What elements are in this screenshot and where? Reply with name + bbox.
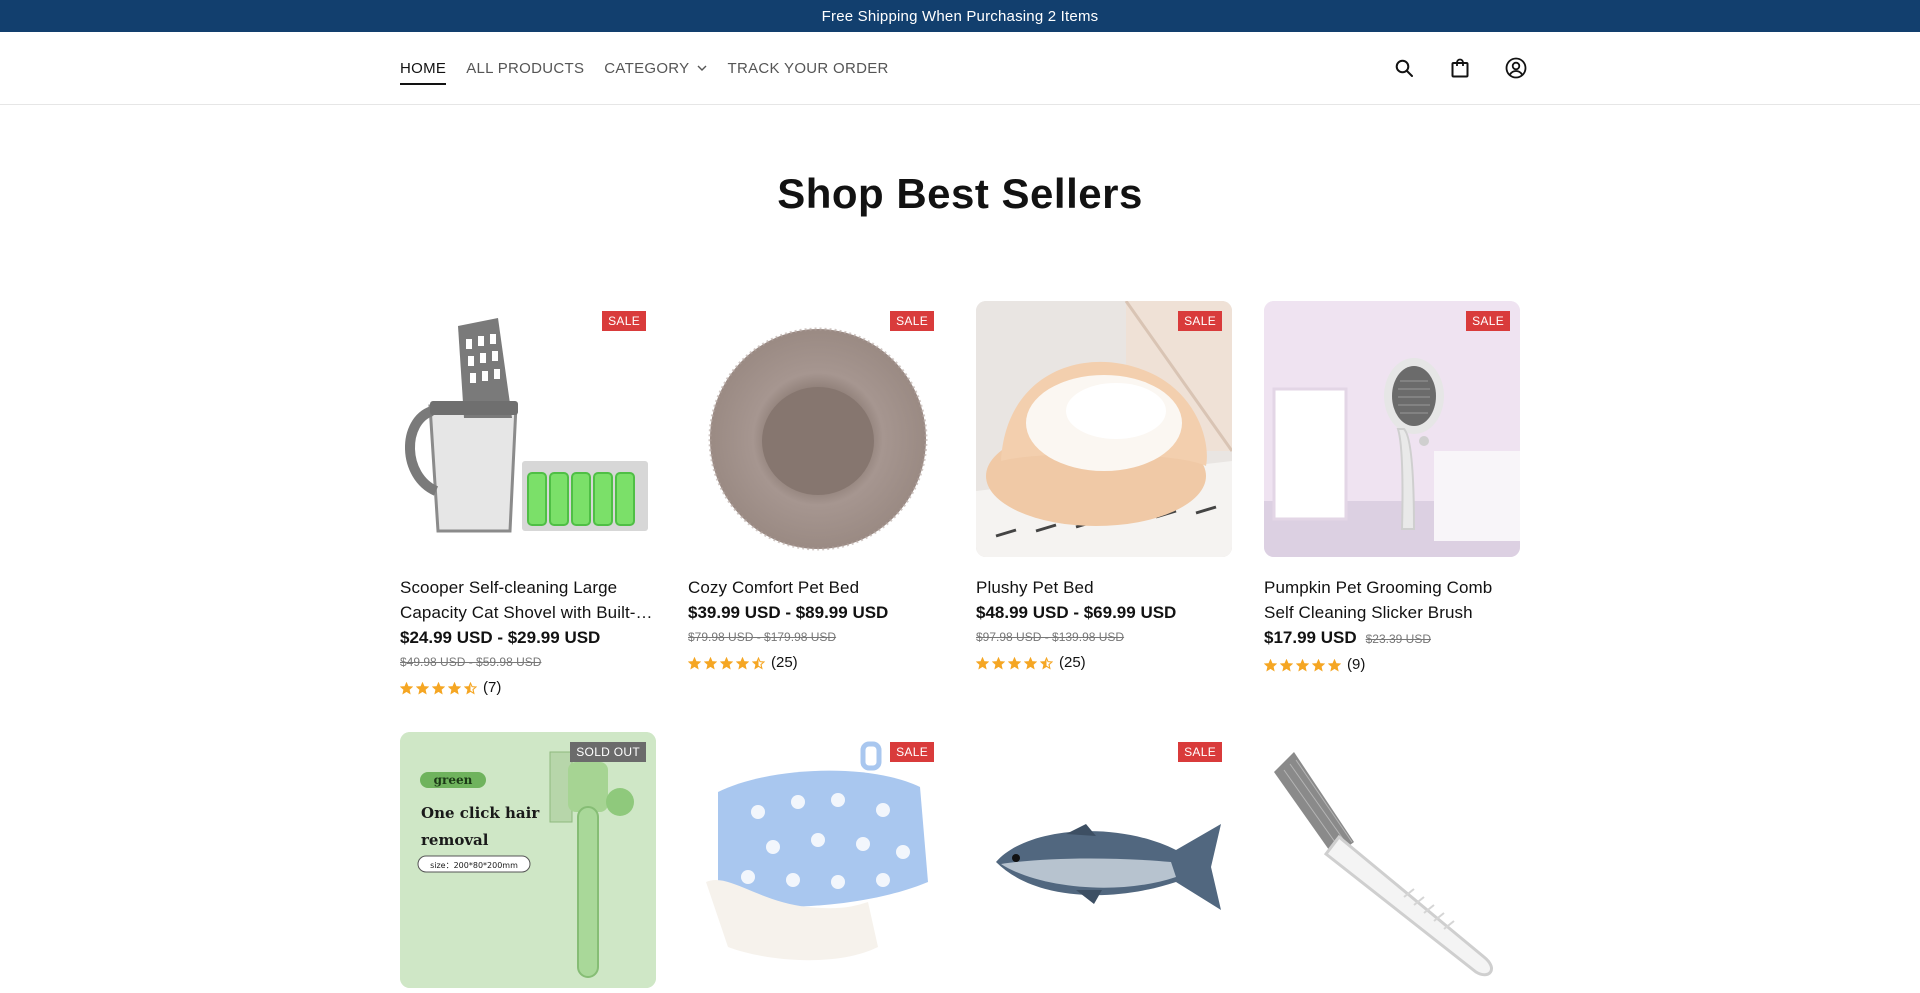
product-card[interactable]: SALE Pumpkin Pet Grooming Comb Self Clea… [1264,301,1520,732]
rating-stars [400,681,477,695]
announcement-bar: Free Shipping When Purchasing 2 Items [0,0,1920,32]
star-icon [752,656,765,669]
star-icon [464,681,477,694]
image-tag-text: green [434,773,473,787]
sale-badge: SALE [890,311,934,331]
bag-icon[interactable] [1448,56,1472,80]
sale-badge: SALE [1466,311,1510,331]
product-grid: SALE Scooper Self-cleaning Large Capacit… [400,301,1520,988]
product-image-pet-sleeping-bag[interactable]: SALE [688,732,944,988]
star-icon [704,656,717,669]
star-icon [1296,658,1309,671]
star-icon [1040,656,1053,669]
sale-badge: SALE [890,742,934,762]
product-card[interactable]: green One click hair removal size：200*80… [400,732,656,988]
rating-count: (25) [1059,654,1086,671]
star-icon [688,656,701,669]
product-card[interactable]: SALE [688,732,944,988]
product-image-hair-remover[interactable]: green One click hair removal size：200*80… [400,732,656,988]
star-icon [448,681,461,694]
product-price: $24.99 USD - $29.99 USD [400,628,601,647]
star-icon [432,681,445,694]
star-icon [736,656,749,669]
product-title[interactable]: Cozy Comfort Pet Bed [688,575,944,600]
product-compare-price: $97.98 USD - $139.98 USD [976,630,1125,644]
main-nav: HOME ALL PRODUCTS CATEGORY TRACK YOUR OR… [400,32,889,104]
product-image-grooming-brush[interactable]: SALE [1264,301,1520,557]
star-icon [1024,656,1037,669]
product-rating: (25) [688,651,944,675]
account-icon[interactable] [1504,56,1528,80]
product-card[interactable]: SALE Cozy Comfort Pet Bed $39.99 USD - $… [688,301,944,732]
product-title[interactable]: Plushy Pet Bed [976,575,1232,600]
search-icon[interactable] [1392,56,1416,80]
star-icon [1312,658,1325,671]
nav-all-products[interactable]: ALL PRODUCTS [466,32,584,104]
image-size-text: size：200*80*200mm [430,861,518,870]
product-price: $48.99 USD - $69.99 USD [976,603,1177,622]
star-icon [992,656,1005,669]
star-icon [1280,658,1293,671]
star-icon [416,681,429,694]
product-compare-price: $79.98 USD - $179.98 USD [688,630,837,644]
product-title[interactable]: Scooper Self-cleaning Large Capacity Cat… [400,575,656,625]
product-image-fish-toy[interactable]: SALE [976,732,1232,988]
rating-count: (9) [1347,656,1366,673]
star-icon [1328,658,1341,671]
sold-out-badge: SOLD OUT [570,742,646,762]
sale-badge: SALE [1178,311,1222,331]
section-title: Shop Best Sellers [777,170,1143,217]
product-compare-price: $23.39 USD [1365,632,1431,646]
product-card[interactable]: SALE Scooper Self-cleaning Large Capacit… [400,301,656,732]
product-image-pet-bed[interactable]: SALE [688,301,944,557]
rating-count: (7) [483,679,502,696]
header-icons [1392,56,1528,80]
star-icon [1264,658,1277,671]
nav-home[interactable]: HOME [400,32,447,104]
sale-badge: SALE [602,311,646,331]
product-price: $39.99 USD - $89.99 USD [688,603,889,622]
nav-track-order[interactable]: TRACK YOUR ORDER [727,32,888,104]
star-icon [1008,656,1021,669]
product-card[interactable]: SALE [976,732,1232,988]
product-rating: (9) [1264,653,1520,677]
product-title[interactable]: Pumpkin Pet Grooming Comb Self Cleaning … [1264,575,1520,625]
rating-stars [976,656,1053,670]
product-price: $17.99 USD $23.39 USD [1264,625,1520,652]
sale-badge: SALE [1178,742,1222,762]
product-price-value: $17.99 USD [1264,628,1357,647]
nav-category-label: CATEGORY [604,59,690,77]
rating-count: (25) [771,654,798,671]
rating-stars [1264,658,1341,672]
product-image-flea-comb[interactable] [1264,732,1520,988]
star-icon [976,656,989,669]
nav-category[interactable]: CATEGORY [604,32,707,104]
product-card[interactable]: SALE Plushy Pet Bed $48.99 USD - $69.99 … [976,301,1232,732]
announcement-text: Free Shipping When Purchasing 2 Items [821,7,1099,25]
product-image-cat-scooper[interactable]: SALE [400,301,656,557]
product-rating: (25) [976,651,1232,675]
image-line-2: removal [421,831,489,849]
chevron-down-icon [697,65,707,71]
product-image-plushy-bed[interactable]: SALE [976,301,1232,557]
product-card[interactable] [1264,732,1520,988]
image-line-1: One click hair [421,804,540,822]
site-header: HOME ALL PRODUCTS CATEGORY TRACK YOUR OR… [0,32,1920,105]
rating-stars [688,656,765,670]
star-icon [400,681,413,694]
product-rating: (7) [400,676,656,700]
star-icon [720,656,733,669]
product-compare-price: $49.98 USD - $59.98 USD [400,655,542,669]
